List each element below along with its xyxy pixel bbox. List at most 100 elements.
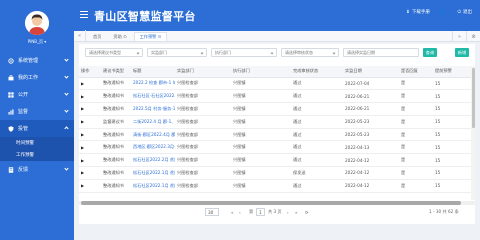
tab-close-menu-icon[interactable]: ⊗ — [466, 31, 480, 42]
table-row[interactable]: ▶整改通知书松石社区2022.2月 贫困·党建问题检查兴图检查部兴图镇通过202… — [79, 153, 475, 168]
expand-row-icon[interactable]: ▶ — [79, 153, 101, 168]
page-size-value: 30 — [208, 209, 214, 215]
sidebar-item-my-work[interactable]: 我的工作 — [0, 69, 74, 86]
tab-label: 工作预警 ⊙ — [139, 34, 162, 39]
query-button[interactable]: 查询 — [423, 48, 437, 57]
user-menu[interactable]: 👤 — [440, 10, 448, 15]
table-cell: 15 — [433, 102, 475, 116]
table-row[interactable]: ▶整改通知书清街·郡区2022.4月 郡市-1、联系检查兴图检查部兴图镇通过20… — [79, 128, 475, 142]
table-cell: 15 — [433, 77, 475, 91]
avatar[interactable] — [25, 11, 49, 35]
status-select[interactable]: 请选择审核状态 — [281, 48, 339, 57]
expand-row-icon[interactable]: ▶ — [79, 128, 101, 142]
sidebar-item-manage[interactable]: 投管 — [0, 120, 74, 137]
title-link[interactable]: 松石社区2022.2月 贫困·党建问题检查 — [131, 153, 175, 168]
table-row[interactable]: ▶整改通知书2022.2 检查 郡市-1 年度就整改问题检查兴图检查部兴图镇通过… — [79, 77, 475, 91]
logout-icon: ⏻ — [457, 10, 461, 15]
title-link[interactable]: 2022.5月 村务·服务-1、务科检查问题 — [131, 102, 175, 116]
horizontal-scrollbar[interactable] — [79, 201, 475, 205]
table-row[interactable]: ▶整改通知书松石社区2022.1月 贫困-1·党建检查兴图检查部兴图镇保发送20… — [79, 166, 475, 180]
column-header[interactable]: 执行部门 — [231, 66, 291, 78]
column-header[interactable]: 标题 — [131, 66, 175, 78]
sidebar-item-public[interactable]: 公开 — [0, 86, 74, 103]
title-link[interactable]: 西地区·郡区2022.3月-村务整改·项目 — [131, 140, 175, 155]
first-page-button[interactable]: « — [231, 208, 234, 216]
tab-home[interactable]: 首页 — [88, 32, 106, 41]
column-header[interactable]: 建议书类型 — [101, 66, 131, 78]
table-cell: 2022-04-13 — [343, 140, 399, 155]
expand-row-icon[interactable]: ▶ — [79, 179, 101, 193]
refresh-icon[interactable]: ⟳ — [305, 208, 309, 216]
menu-toggle-icon[interactable] — [80, 11, 88, 18]
chevron-down-icon — [200, 51, 204, 54]
next-page-button[interactable]: › — [287, 208, 289, 216]
chevron-down-icon — [64, 108, 69, 113]
tab-label: 首页 — [93, 33, 102, 39]
warning-table: 操作 建议书类型 标题 实监部门 执行部门 完成审核状态 实监日期 是否回复 提前预警 ▶ 整改通… — [79, 66, 475, 193]
tab-funding[interactable]: 资助 ⊙ — [108, 32, 131, 41]
column-header[interactable]: 完成审核状态 — [291, 66, 343, 78]
expand-row-icon[interactable]: ▶ — [79, 102, 101, 116]
tab-scroll-right-icon[interactable]: » — [452, 31, 466, 42]
download-manual-link[interactable]: ⬇ 下载手册 — [406, 9, 430, 15]
type-select[interactable]: 请选择建议书类型 — [85, 48, 143, 57]
chevron-down-icon — [332, 51, 336, 54]
table-row[interactable]: ▶整改通知书西地区·郡区2022.3月-村务整改·项目兴图检查部兴图镇通过202… — [79, 140, 475, 155]
vertical-scrollbar[interactable] — [471, 66, 475, 200]
page-size-select[interactable]: 30 — [205, 208, 219, 216]
table-cell: 通过 — [291, 179, 343, 193]
add-button[interactable]: 新增 — [455, 48, 469, 57]
title-link[interactable]: 松石社区2022.1月 贫困-1·党建检查 — [131, 166, 175, 180]
tab-controls: » ⊗ — [452, 31, 480, 42]
table-cell: 保发送 — [291, 166, 343, 180]
table-cell: 15 — [433, 128, 475, 142]
column-header[interactable]: 操作 — [79, 66, 101, 78]
scroll-thumb[interactable] — [471, 68, 475, 128]
column-header[interactable]: 是否回复 — [399, 66, 433, 78]
table-cell: 兴图检查部 — [175, 77, 231, 91]
sidebar-item-system[interactable]: 系统管理 — [0, 52, 74, 69]
title-link[interactable]: 清街·郡区2022.4月 郡市-1、联系检查 — [131, 128, 175, 142]
scroll-thumb[interactable] — [81, 201, 461, 205]
column-header[interactable]: 提前预警 — [433, 66, 475, 78]
expand-row-icon[interactable]: ▶ — [79, 89, 101, 104]
expand-row-icon[interactable]: ▶ — [79, 77, 101, 91]
table-row[interactable]: ▶监督建议书二街2022.4 月 郡-1、财务相关兴图检查部兴图镇通过2022-… — [79, 115, 475, 129]
page-number-input[interactable]: 1 — [256, 208, 265, 216]
page-summary: 1 - 30 共 62 条 — [429, 209, 459, 214]
tab-work-warning[interactable]: 工作预警 ⊙ — [133, 32, 168, 41]
table-cell: 整改通知书 — [101, 128, 131, 142]
page-title: 青山区智慧监督平台 — [94, 10, 196, 23]
prev-page-button[interactable]: ‹ — [239, 208, 241, 216]
last-page-button[interactable]: » — [295, 208, 298, 216]
logout-link[interactable]: ⏻ 退出 — [457, 9, 472, 15]
exec-dept-select[interactable]: 执行部门 — [211, 48, 277, 57]
expand-row-icon[interactable]: ▶ — [79, 140, 101, 155]
tab-scroll-left-icon[interactable]: « — [74, 30, 86, 41]
main-panel: 请选择建议书类型 实监部门 执行部门 请选择审核状态 请选择实监日期 查询 新增… — [79, 44, 475, 224]
sidebar-subitem-work-warning[interactable]: 工作预警 — [0, 149, 74, 161]
user-name[interactable]: PINB_页 ▾ — [0, 39, 74, 45]
title-link[interactable]: 2022.2 检查 郡市-1 年度就整改问题检查 — [131, 77, 175, 91]
table-cell: 2022-04-12 — [343, 166, 399, 180]
date-input[interactable]: 请选择实监日期 — [343, 48, 419, 57]
title-link[interactable]: 松石社区·石社区2022.5月-村级整改 — [131, 89, 175, 104]
expand-row-icon[interactable]: ▶ — [79, 166, 101, 180]
table-cell: 兴图镇 — [231, 153, 291, 168]
logout-label: 退出 — [463, 10, 472, 15]
table-cell: 兴图检查部 — [175, 115, 231, 129]
sidebar-subitem-time-warning[interactable]: 时间预警 — [0, 137, 74, 149]
sidebar-item-supervise[interactable]: 监督 — [0, 103, 74, 120]
title-link[interactable]: 二街2022.4 月 郡-1、财务相关 — [131, 115, 175, 129]
expand-row-icon[interactable]: ▶ — [79, 115, 101, 129]
title-link[interactable]: 松石社区2022.1月 贫困-1·党建检查 — [131, 179, 175, 193]
table-row[interactable]: ▶整改通知书2022.5月 村务·服务-1、务科检查问题兴图检查部兴图镇通过20… — [79, 102, 475, 116]
sidebar-item-label: 我的工作 — [18, 75, 39, 81]
column-header[interactable]: 实监部门 — [175, 66, 231, 78]
table-row[interactable]: ▶整改通知书松石社区·石社区2022.5月-村级整改兴图检查部兴图镇通过2022… — [79, 89, 475, 104]
table-cell: 监督建议书 — [101, 115, 131, 129]
sidebar-item-feedback[interactable]: 反馈 — [0, 161, 74, 178]
table-row[interactable]: ▶整改通知书松石社区2022.1月 贫困-1·党建检查兴图检查部兴图镇通过202… — [79, 179, 475, 193]
dept-select[interactable]: 实监部门 — [147, 48, 207, 57]
column-header[interactable]: 实监日期 — [343, 66, 399, 78]
